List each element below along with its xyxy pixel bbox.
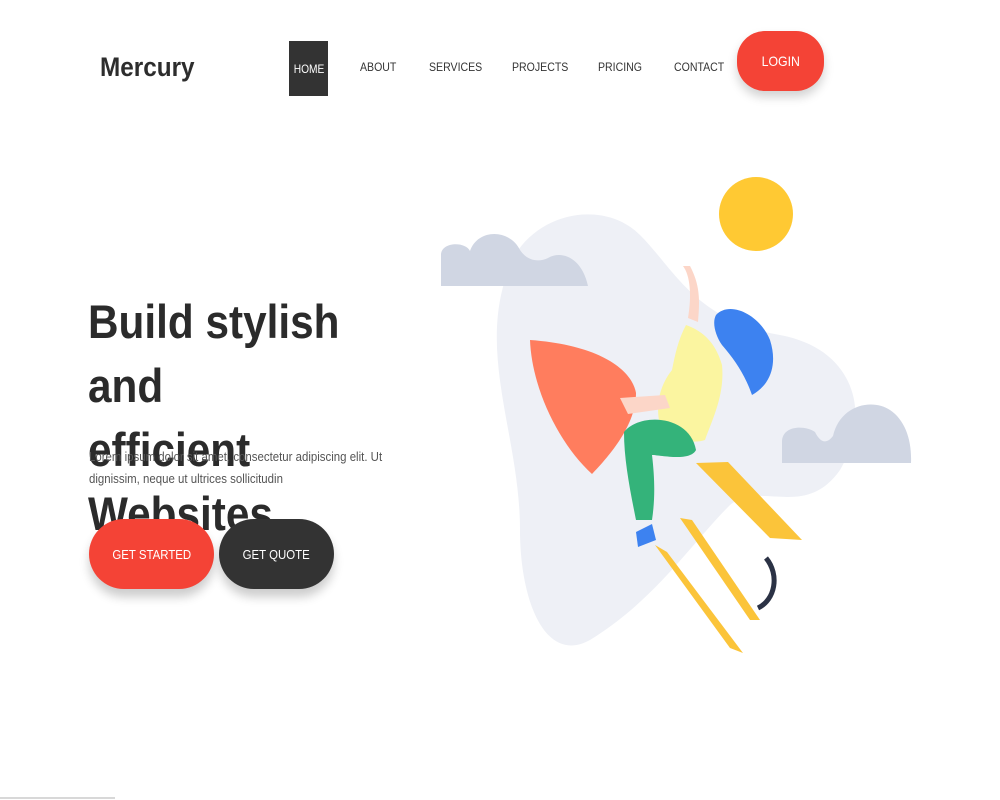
nav-item-pricing[interactable]: PRICING: [598, 60, 642, 74]
get-started-button[interactable]: GET STARTED: [89, 519, 214, 589]
hero-title-line1: Build stylish and: [88, 295, 340, 412]
hero-description: Lorem ipsum dolor sit amet, consectetur …: [89, 449, 383, 486]
rocket-woman-illustration: [441, 177, 912, 653]
bottom-divider: [0, 797, 115, 799]
main-nav: HOME ABOUT SERVICES PROJECTS PRICING CON…: [0, 0, 1000, 100]
hero-title: Build stylish and efficient Websites: [88, 290, 412, 546]
login-button-label: LOGIN: [761, 53, 800, 69]
flame-shape-2: [680, 518, 760, 620]
nav-item-about[interactable]: ABOUT: [360, 60, 396, 74]
nav-item-home-label: HOME: [293, 61, 324, 76]
get-quote-button[interactable]: GET QUOTE: [219, 519, 334, 589]
rocket-ring-shape: [756, 556, 777, 611]
nav-item-home[interactable]: HOME: [289, 41, 328, 96]
flame-shape-3: [655, 545, 743, 653]
nav-item-contact[interactable]: CONTACT: [674, 60, 724, 74]
nav-item-services[interactable]: SERVICES: [429, 60, 482, 74]
get-started-label: GET STARTED: [112, 546, 191, 562]
sun-shape: [719, 177, 793, 251]
login-button[interactable]: LOGIN: [737, 31, 824, 91]
get-quote-label: GET QUOTE: [242, 546, 311, 562]
nav-item-projects[interactable]: PROJECTS: [512, 60, 568, 74]
